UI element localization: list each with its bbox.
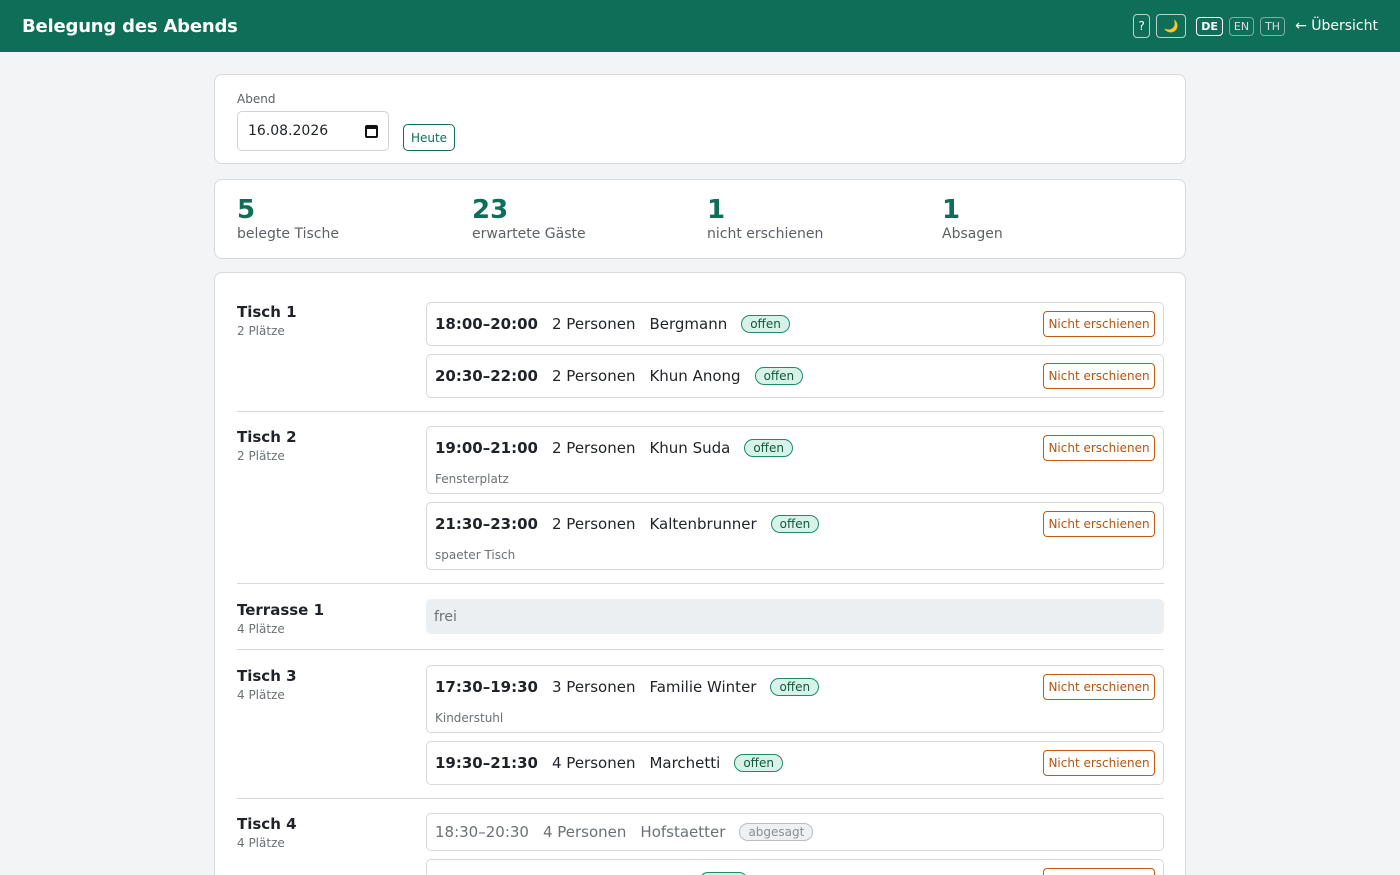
language-en-button[interactable]: EN (1228, 16, 1255, 36)
stat-cancellations: 1 Absagen (942, 194, 1003, 242)
reservation-guest-name: Khun Anong (649, 367, 741, 385)
stat-value: 1 (942, 195, 961, 225)
table-name: Tisch 3 (237, 667, 297, 685)
reservation-line: 17:30–19:30 3 Personen Familie Winter of… (435, 666, 820, 708)
reservation-line: 19:00–21:00 2 Personen Khun Suda offen (435, 427, 793, 469)
tables-card: Tisch 1 2 Plätze 18:00–20:00 2 Personen … (214, 272, 1186, 875)
date-value: 16.08.2026 (248, 123, 329, 139)
table-seats: 4 Plätze (237, 622, 285, 636)
language-de-button[interactable]: DE (1196, 16, 1223, 36)
no-show-button[interactable]: Nicht erschienen (1043, 868, 1155, 875)
status-badge: offen (754, 367, 804, 385)
reservation-time: 18:30–20:30 (435, 823, 529, 841)
reservation-persons: 3 Personen (552, 678, 636, 696)
reservation-persons: 2 Personen (552, 515, 636, 533)
status-badge: offen (741, 315, 790, 333)
divider (237, 649, 1164, 650)
reservation-guest-name: Marchetti (649, 754, 721, 772)
reservation-time: 20:30–22:00 (435, 367, 538, 385)
table-name: Tisch 4 (237, 815, 297, 833)
stat-label: nicht erschienen (707, 226, 824, 242)
divider (237, 583, 1164, 584)
date-card: Abend 16.08.2026 Heute (214, 74, 1186, 164)
no-show-button[interactable]: Nicht erschienen (1043, 435, 1155, 461)
reservation-persons: 2 Personen (552, 367, 636, 385)
moon-icon: 🌙 (1163, 19, 1179, 33)
reservation-card[interactable]: 18:00–20:00 2 Personen Bergmann offen Ni… (426, 302, 1164, 346)
status-badge: offen (744, 439, 793, 457)
reservation-guest-name: Bergmann (649, 315, 728, 333)
top-actions: ? 🌙 DE EN TH ← Übersicht (1133, 14, 1378, 38)
status-badge: offen (770, 678, 820, 696)
reservation-note: Fensterplatz (435, 472, 509, 486)
reservation-guest-name: Kaltenbrunner (649, 515, 757, 533)
reservation-card[interactable]: 21:30–23:00 2 Personen Kaltenbrunner off… (426, 502, 1164, 570)
reservation-time: 19:00–21:00 (435, 439, 538, 457)
reservation-line: 18:00–20:00 2 Personen Bergmann offen (435, 303, 790, 345)
stat-expected-guests: 23 erwartete Gäste (472, 194, 586, 242)
reservation-card[interactable]: 19:00–21:00 2 Personen Khun Suda offen F… (426, 426, 1164, 494)
calendar-icon[interactable] (365, 124, 378, 138)
theme-toggle-button[interactable]: 🌙 (1156, 14, 1187, 38)
reservation-guest-name: Hofstaetter (640, 823, 726, 841)
free-slot: frei (426, 599, 1164, 634)
today-button[interactable]: Heute (403, 124, 455, 151)
reservation-persons: 4 Personen (542, 823, 627, 841)
reservation-card[interactable]: 20:30–22:00 2 Personen Khun Anong offen … (426, 354, 1164, 398)
reservation-persons: 2 Personen (552, 315, 636, 333)
table-seats: 2 Plätze (237, 449, 285, 463)
reservation-line: 20:30–22:00 2 Personen Khun Anong offen (435, 355, 804, 397)
status-badge: offen (770, 515, 820, 533)
no-show-button[interactable]: Nicht erschienen (1043, 363, 1155, 389)
stat-label: belegte Tische (237, 226, 339, 242)
reservation-time: 21:30–23:00 (435, 515, 538, 533)
no-show-button[interactable]: Nicht erschienen (1043, 511, 1155, 537)
reservation-line: 21:30–23:00 2 Personen Kaltenbrunner off… (435, 503, 820, 545)
stats-card: 5 belegte Tische 23 erwartete Gäste 1 ni… (214, 179, 1186, 259)
reservation-line: 18:30–20:30 4 Personen Hofstaetter abges… (435, 814, 814, 850)
help-button[interactable]: ? (1133, 14, 1151, 38)
page-title: Belegung des Abends (22, 15, 238, 37)
no-show-button[interactable]: Nicht erschienen (1043, 750, 1155, 776)
reservation-card[interactable]: 17:30–19:30 3 Personen Familie Winter of… (426, 665, 1164, 733)
table-name: Tisch 2 (237, 428, 297, 446)
table-seats: 4 Plätze (237, 836, 285, 850)
reservation-card[interactable]: offen Nicht erschienen (426, 859, 1164, 875)
reservation-note: spaeter Tisch (435, 548, 516, 562)
reservation-time: 18:00–20:00 (435, 315, 538, 333)
divider (237, 411, 1164, 412)
reservation-time: 19:30–21:30 (435, 754, 538, 772)
reservation-card[interactable]: 19:30–21:30 4 Personen Marchetti offen N… (426, 741, 1164, 785)
back-to-overview-link[interactable]: ← Übersicht (1295, 18, 1378, 34)
table-name: Terrasse 1 (237, 601, 325, 619)
reservation-line: offen (435, 860, 748, 875)
table-seats: 4 Plätze (237, 688, 285, 702)
reservation-note: Kinderstuhl (435, 711, 504, 725)
no-show-button[interactable]: Nicht erschienen (1043, 311, 1155, 337)
reservation-line: 19:30–21:30 4 Personen Marchetti offen (435, 742, 783, 784)
table-name: Tisch 1 (237, 303, 297, 321)
reservation-time: 17:30–19:30 (435, 678, 538, 696)
no-show-button[interactable]: Nicht erschienen (1043, 674, 1155, 700)
date-label: Abend (237, 92, 276, 106)
stat-value: 23 (472, 195, 509, 225)
status-badge: offen (734, 754, 783, 772)
divider (237, 798, 1164, 799)
stat-label: Absagen (942, 226, 1003, 242)
stat-value: 1 (707, 195, 726, 225)
reservation-card[interactable]: 18:30–20:30 4 Personen Hofstaetter abges… (426, 813, 1164, 851)
language-th-button[interactable]: TH (1260, 16, 1286, 36)
stat-no-shows: 1 nicht erschienen (707, 194, 823, 242)
top-bar: Belegung des Abends ? 🌙 DE EN TH ← Übers… (0, 0, 1400, 52)
reservation-guest-name: Khun Suda (649, 439, 731, 457)
status-badge: abgesagt (739, 823, 814, 841)
reservation-persons: 4 Personen (552, 754, 636, 772)
stat-value: 5 (237, 195, 256, 225)
reservation-persons: 2 Personen (552, 439, 636, 457)
date-input[interactable]: 16.08.2026 (237, 111, 389, 151)
table-seats: 2 Plätze (237, 324, 285, 338)
stat-label: erwartete Gäste (472, 226, 586, 242)
stat-occupied-tables: 5 belegte Tische (237, 194, 339, 242)
reservation-guest-name: Familie Winter (649, 678, 757, 696)
